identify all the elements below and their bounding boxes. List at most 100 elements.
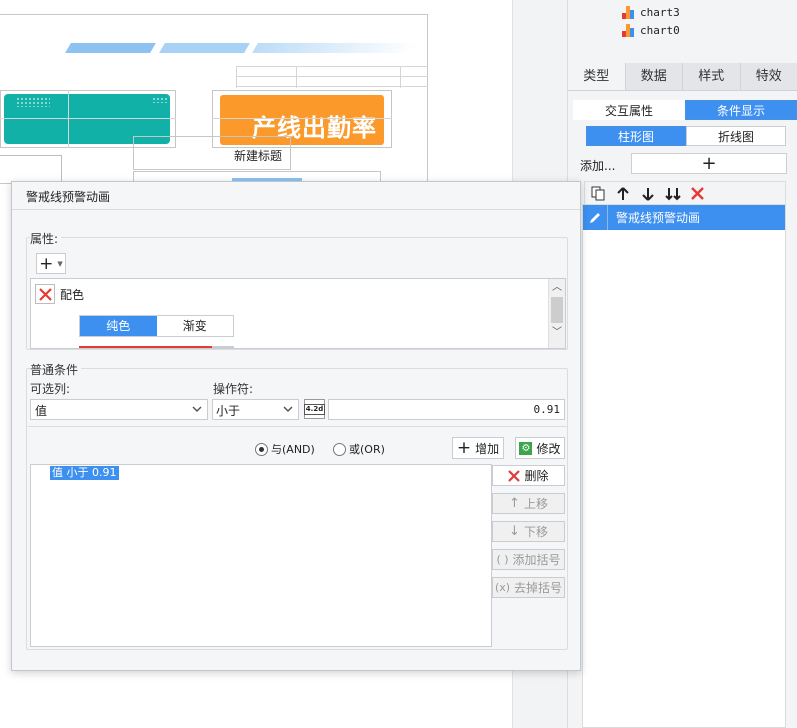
scroll-up-icon[interactable]: ︿	[549, 279, 565, 296]
move-down-button[interactable]: ↓ 下移	[492, 521, 565, 542]
tab-type[interactable]: 类型	[568, 63, 626, 90]
move-up-icon[interactable]	[614, 185, 631, 202]
grid-line	[0, 118, 176, 119]
operator-select[interactable]: 小于	[212, 399, 299, 420]
chart-icon	[622, 5, 635, 19]
condition-divider	[28, 426, 567, 427]
compare-value-input[interactable]: 0.91	[328, 399, 565, 420]
operator-select-value: 小于	[216, 404, 241, 418]
effect-subtabs: 交互属性 条件显示	[573, 100, 797, 120]
copy-icon[interactable]	[589, 185, 606, 202]
subtab-line-chart[interactable]: 折线图	[686, 126, 786, 146]
radio-or-label: 或(OR)	[349, 443, 385, 456]
chevron-down-icon: ▼	[57, 259, 63, 268]
remove-bracket-button[interactable]: (x) 去掉括号	[492, 577, 565, 598]
new-title-text: 新建标题	[234, 149, 283, 163]
remove-bracket-icon: (x)	[494, 581, 511, 594]
properties-label: 属性:	[30, 230, 62, 247]
tab-style[interactable]: 样式	[683, 63, 741, 90]
operator-label: 操作符:	[213, 382, 254, 396]
grid-line	[68, 90, 69, 148]
decor-stripe	[65, 43, 156, 53]
move-up-button-label: 上移	[523, 497, 548, 511]
radio-circle	[255, 442, 268, 456]
tree-item-label: chart0	[640, 23, 680, 37]
grid-line	[400, 66, 401, 88]
chart-type-subtabs: 柱形图 折线图	[586, 126, 786, 146]
add-button-label: 增加	[475, 441, 500, 456]
grid-line	[212, 118, 392, 119]
radio-or[interactable]: 或(OR)	[333, 441, 385, 457]
property-scrollbar[interactable]: ︿ ﹀	[548, 279, 565, 348]
tab-gradient[interactable]: 渐变	[156, 316, 233, 336]
modify-button-label: 修改	[536, 441, 561, 456]
tree-item-chart0[interactable]: chart0	[622, 22, 680, 38]
move-bottom-icon[interactable]	[664, 185, 681, 202]
color-underline-tail	[212, 346, 234, 348]
tab-effects[interactable]: 特效	[741, 63, 797, 90]
arrow-down-icon: ↓	[509, 524, 520, 539]
column-select-value: 值	[35, 404, 48, 418]
scroll-down-icon[interactable]: ﹀	[549, 324, 565, 341]
property-item-label: 配色	[60, 288, 85, 302]
chevron-down-icon	[192, 406, 202, 413]
column-select[interactable]: 值	[30, 399, 208, 420]
delete-button[interactable]: 删除	[492, 465, 565, 486]
modify-icon: ⚙	[519, 441, 533, 455]
column-label: 可选列:	[30, 382, 71, 396]
grid-line	[296, 66, 297, 88]
modify-button[interactable]: ⚙ 修改	[515, 437, 565, 459]
arrow-up-icon: ↑	[509, 496, 520, 511]
color-mode-tabs: 纯色 渐变	[79, 315, 234, 337]
color-underline	[79, 346, 212, 348]
condition-list[interactable]	[30, 464, 492, 647]
move-down-icon[interactable]	[639, 185, 656, 202]
dialog-separator	[12, 209, 580, 210]
move-up-button[interactable]: ↑ 上移	[492, 493, 565, 514]
add-label: 添加...	[580, 159, 616, 173]
list-item[interactable]: 警戒线预警动画	[583, 205, 785, 230]
chart-icon	[622, 23, 635, 37]
delete-button-label: 删除	[524, 469, 549, 483]
tab-data[interactable]: 数据	[626, 63, 683, 90]
property-tabs: 类型 数据 样式 特效	[568, 63, 797, 91]
number-format-icon: 4.2d	[303, 403, 326, 415]
add-condition-button[interactable]: +	[631, 153, 787, 174]
tree-item-chart3[interactable]: chart3	[622, 4, 680, 20]
scroll-thumb[interactable]	[551, 297, 563, 323]
remove-bracket-button-label: 去掉括号	[514, 581, 563, 595]
left-panel-edge	[0, 155, 62, 183]
pencil-icon[interactable]	[583, 205, 608, 230]
chevron-down-icon	[283, 406, 293, 413]
decor-stripe	[159, 43, 250, 53]
delete-icon	[508, 469, 521, 482]
plus-icon: +	[456, 437, 472, 458]
list-toolbar	[584, 181, 786, 205]
plus-icon: +	[39, 253, 54, 274]
subtab-condition-display[interactable]: 条件显示	[685, 100, 797, 120]
add-bracket-button[interactable]: ( ) 添加括号	[492, 549, 565, 570]
bracket-icon: ( )	[496, 553, 509, 566]
subtab-interaction[interactable]: 交互属性	[573, 100, 685, 120]
move-down-button-label: 下移	[523, 525, 548, 539]
grid-line	[236, 66, 237, 88]
radio-circle	[333, 442, 346, 456]
delete-icon[interactable]	[689, 185, 706, 202]
compare-value: 0.91	[533, 403, 561, 416]
tab-solid-color[interactable]: 纯色	[80, 316, 157, 336]
add-button[interactable]: + 增加	[452, 437, 504, 459]
value-type-button[interactable]: 4.2d	[303, 399, 326, 419]
add-bracket-button-label: 添加括号	[512, 553, 561, 567]
condition-list-item[interactable]: 值 小于 0.91	[50, 466, 119, 480]
remove-property-icon[interactable]	[35, 284, 55, 304]
radio-and[interactable]: 与(AND)	[255, 441, 315, 457]
dialog-title: 警戒线预警动画	[26, 190, 111, 204]
list-item-label: 警戒线预警动画	[616, 211, 701, 225]
condition-list-panel	[582, 204, 786, 728]
radio-and-label: 与(AND)	[271, 443, 315, 456]
tree-item-label: chart3	[640, 5, 680, 19]
decor-stripe	[252, 43, 418, 53]
subtab-bar-chart[interactable]: 柱形图	[586, 126, 686, 146]
add-property-button[interactable]: + ▼	[36, 253, 66, 274]
condition-group-label: 普通条件	[30, 361, 82, 378]
